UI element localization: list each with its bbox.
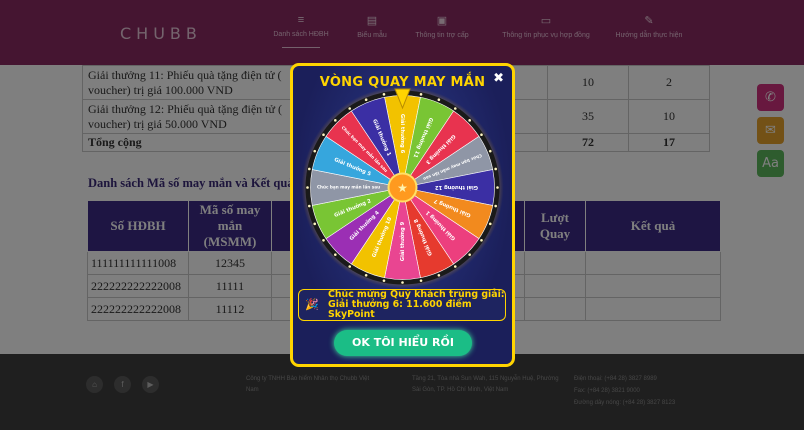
rim-light: [437, 273, 441, 277]
rim-light: [382, 279, 386, 282]
rim-light: [419, 279, 423, 282]
rim-light: [382, 93, 386, 96]
wheel-segment-label: Chúc bạn may mắn lần sau: [317, 185, 380, 190]
party-popper-icon: 🎉: [305, 299, 319, 311]
rim-light: [494, 204, 497, 208]
rim-light: [494, 167, 497, 171]
rim-light: [308, 167, 311, 171]
prize-wheel[interactable]: Giải thưởng 6 Giải thưởng 11Giải thưởng 3…: [296, 86, 509, 289]
win-message: Chúc mừng Quý khách trúng giải: Giải thư…: [328, 289, 505, 320]
rim-light: [348, 265, 352, 268]
rim-light: [480, 238, 483, 242]
rim-light: [364, 98, 368, 102]
rim-light: [308, 204, 311, 208]
rim-light: [468, 119, 471, 122]
rim-light: [437, 98, 441, 102]
close-icon[interactable]: ✖: [493, 71, 504, 86]
rim-light: [419, 93, 423, 96]
rim-light: [453, 265, 457, 268]
lucky-wheel-modal: VÒNG QUAY MAY MẮN ✖ Giải thưởng 6 Giải th…: [290, 63, 515, 367]
rim-light: [322, 133, 325, 137]
rim-light: [313, 222, 317, 226]
rim-light: [496, 186, 499, 189]
rim-light: [306, 186, 309, 189]
rim-light: [468, 253, 471, 256]
rim-light: [313, 149, 317, 153]
rim-light: [348, 107, 352, 110]
win-message-banner: 🎉 Chúc mừng Quý khách trúng giải: Giải t…: [298, 289, 506, 321]
rim-light: [334, 119, 337, 122]
rim-light: [322, 238, 325, 242]
rim-light: [453, 107, 457, 110]
rim-light: [488, 149, 492, 153]
rim-light: [480, 133, 483, 137]
rim-light: [401, 281, 404, 284]
rim-light: [488, 222, 492, 226]
wheel-segment-label: Giải thưởng 12: [435, 184, 478, 191]
rim-light: [364, 273, 368, 277]
wheel-segment-label: Giải thưởng 6: [399, 114, 406, 154]
ok-button[interactable]: OK TÔI HIỂU RỒI: [334, 330, 472, 356]
star-icon: ★: [397, 181, 408, 195]
wheel-segment-label: Giải thưởng 9: [399, 221, 406, 261]
rim-light: [334, 253, 337, 256]
